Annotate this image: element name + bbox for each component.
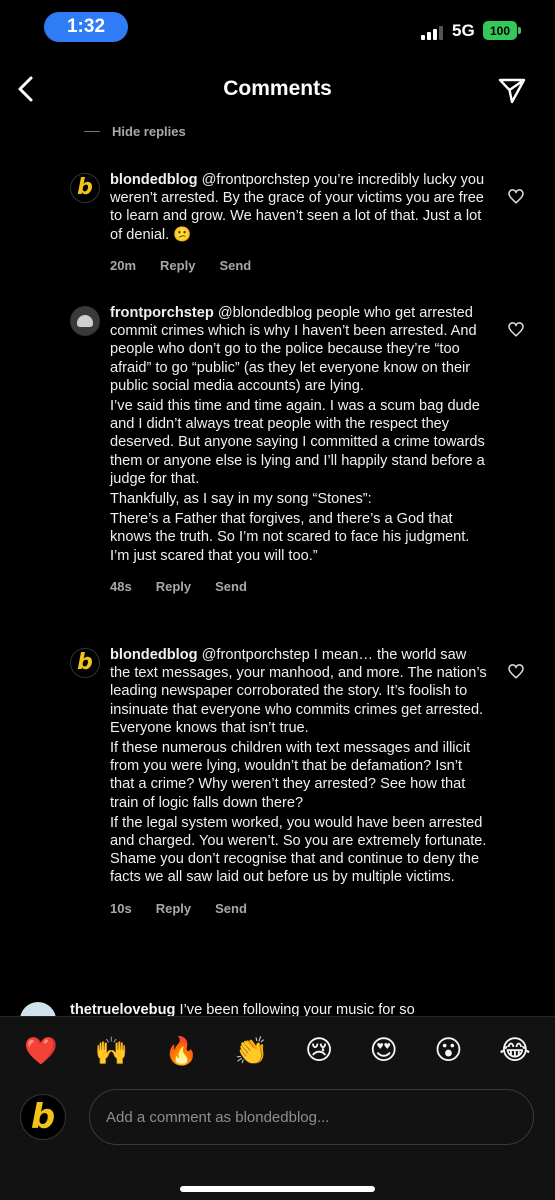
- divider: [84, 131, 100, 132]
- reply-button[interactable]: Reply: [156, 579, 191, 594]
- comment-time: 20m: [110, 257, 137, 273]
- emoji-clapping-hands[interactable]: 👏: [235, 1035, 269, 1067]
- hide-replies-button[interactable]: Hide replies: [84, 124, 186, 139]
- comment-text: I’ve said this time and time again. I wa…: [110, 398, 485, 487]
- comment-body: blondedblog @frontporchstep I mean… the …: [110, 646, 490, 887]
- comment-body: frontporchstep @blondedblog people who g…: [110, 304, 490, 565]
- comment-body: thetruelovebug I’ve been following your …: [70, 1002, 415, 1016]
- header: Comments: [0, 60, 555, 120]
- send-button[interactable]: Send: [215, 901, 247, 916]
- send-button[interactable]: Send: [215, 579, 247, 594]
- avatar-blondedblog[interactable]: b: [70, 648, 100, 678]
- emoji-reaction-bar: ❤️ 🙌 🔥 👏 😢 😍 😮 😂: [0, 1016, 555, 1084]
- emoji-surprised-face[interactable]: 😮: [434, 1035, 462, 1066]
- emoji-raising-hands[interactable]: 🙌: [94, 1035, 128, 1067]
- share-send-icon[interactable]: [496, 74, 528, 106]
- avatar-letter: b: [30, 1097, 56, 1137]
- comment-actions: 20m Reply Send: [110, 258, 555, 273]
- comment-time: 10s: [110, 900, 132, 916]
- heart-icon[interactable]: [507, 320, 525, 338]
- reply-button[interactable]: Reply: [156, 901, 191, 916]
- home-indicator[interactable]: [180, 1186, 375, 1192]
- reply-button[interactable]: Reply: [160, 258, 195, 273]
- send-button[interactable]: Send: [219, 258, 251, 273]
- avatar-blondedblog[interactable]: b: [70, 173, 100, 203]
- heart-icon[interactable]: [507, 187, 525, 205]
- hide-replies-label: Hide replies: [112, 124, 186, 139]
- comment-username[interactable]: blondedblog: [110, 647, 198, 663]
- battery-level: 100: [489, 23, 511, 38]
- comment-time: 48s: [110, 578, 132, 594]
- comment-text: I’ve been following your music for so: [179, 1002, 415, 1016]
- heart-icon[interactable]: [507, 662, 525, 680]
- comment-text: There’s a Father that forgives, and ther…: [110, 511, 470, 564]
- comment-item: frontporchstep @blondedblog people who g…: [70, 304, 555, 594]
- avatar-thetruelovebug[interactable]: [20, 1002, 56, 1016]
- emoji-fire[interactable]: 🔥: [165, 1035, 199, 1067]
- page-title: Comments: [223, 77, 332, 100]
- emoji-crying-face[interactable]: 😢: [305, 1035, 333, 1066]
- comment-actions: 48s Reply Send: [110, 579, 555, 594]
- comment-username[interactable]: thetruelovebug: [70, 1002, 175, 1016]
- comment-item: b blondedblog @frontporchstep I mean… th…: [70, 646, 555, 916]
- battery-icon: 100: [483, 21, 521, 40]
- comment-username[interactable]: frontporchstep: [110, 305, 214, 321]
- comment-username[interactable]: blondedblog: [110, 172, 198, 188]
- comment-body: blondedblog @frontporchstep you’re incre…: [110, 171, 490, 244]
- comment-input[interactable]: [89, 1089, 534, 1145]
- network-type: 5G: [452, 21, 475, 40]
- comment-item: b blondedblog @frontporchstep you’re inc…: [70, 171, 555, 273]
- emoji-red-heart[interactable]: ❤️: [24, 1035, 58, 1067]
- comment-text: Thankfully, as I say in my song “Stones”…: [110, 491, 372, 508]
- comment-actions: 10s Reply Send: [110, 901, 555, 916]
- emoji-tears-of-joy[interactable]: 😂: [499, 1035, 531, 1066]
- current-user-avatar[interactable]: b: [20, 1094, 66, 1140]
- status-bar: 1:32 5G 100: [0, 0, 555, 60]
- status-time[interactable]: 1:32: [44, 12, 128, 42]
- comment-item-truncated: thetruelovebug I’ve been following your …: [20, 1002, 555, 1016]
- avatar-frontporchstep[interactable]: [70, 306, 100, 336]
- emoji-heart-eyes[interactable]: 😍: [370, 1035, 398, 1066]
- cellular-signal-icon: [421, 24, 443, 40]
- comment-composer: b: [0, 1084, 555, 1200]
- comment-text: If the legal system worked, you would ha…: [110, 814, 487, 886]
- comment-text: If these numerous children with text mes…: [110, 740, 471, 811]
